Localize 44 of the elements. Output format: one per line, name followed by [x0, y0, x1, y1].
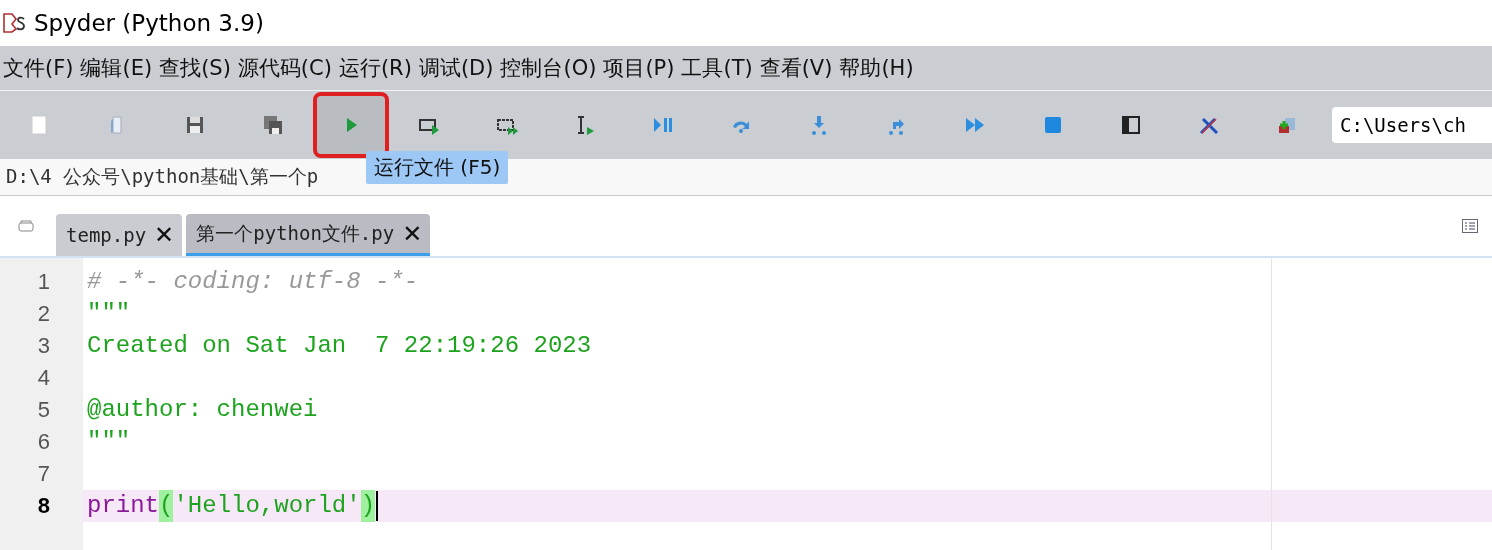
spyder-logo-icon: [2, 11, 26, 35]
window-title: Spyder (Python 3.9): [34, 10, 264, 36]
line-number: 2: [36, 300, 51, 328]
editor-tab[interactable]: 第一个python文件.py ✕: [186, 214, 431, 256]
close-icon[interactable]: ✕: [154, 221, 175, 249]
code-text: print: [87, 491, 159, 521]
tooltip: 运行文件 (F5): [366, 151, 509, 184]
menu-item[interactable]: 调试(D): [415, 54, 498, 82]
menu-item[interactable]: 源代码(C): [234, 54, 336, 82]
tab-label: temp.py: [66, 224, 147, 246]
code-comment: # -*- coding: utf-8 -*-: [87, 267, 419, 297]
line-number: 3: [36, 332, 51, 360]
tab-label: 第一个python文件.py: [196, 220, 395, 246]
line-number: 6: [36, 428, 51, 456]
options-icon[interactable]: [1462, 219, 1478, 233]
menu-item[interactable]: 控制台(O): [497, 54, 601, 82]
code-text: """: [87, 427, 131, 457]
menu-item[interactable]: 帮助(H): [836, 54, 918, 82]
line-number: 5: [36, 396, 51, 424]
line-number: 1: [36, 268, 51, 296]
text-cursor: [376, 491, 379, 521]
code-text: """: [87, 299, 131, 329]
editor-tab[interactable]: temp.py ✕: [56, 214, 183, 256]
file-path: D:\4 公众号\python基础\第一个p: [5, 164, 319, 189]
bracket: ): [360, 490, 376, 522]
close-icon[interactable]: ✕: [402, 219, 423, 248]
code-text: 'Hello,world': [173, 491, 361, 521]
bracket: (: [159, 490, 174, 522]
menu-item[interactable]: 项目(P): [600, 54, 679, 82]
code-text: Created on Sat Jan 7 22:19:26 2023: [87, 331, 592, 361]
working-directory-field[interactable]: C:\Users\ch: [1332, 107, 1492, 143]
browse-tabs-icon[interactable]: [18, 220, 34, 232]
menu-item[interactable]: 运行(R): [335, 54, 416, 82]
pane-icon: [1119, 113, 1143, 137]
line-number: 7: [36, 460, 51, 488]
menu-item[interactable]: 查找(S): [156, 54, 235, 82]
line-number: 8: [36, 492, 51, 520]
menu-item[interactable]: 查看(V): [756, 54, 837, 82]
code-text: @author: chenwei: [87, 395, 318, 425]
menu-item[interactable]: 文件(F): [0, 54, 78, 82]
line-number: 4: [36, 364, 51, 392]
menu-item[interactable]: 工具(T): [678, 54, 757, 82]
save-all-icon: [261, 113, 285, 137]
menu-item[interactable]: 编辑(E): [77, 54, 157, 82]
